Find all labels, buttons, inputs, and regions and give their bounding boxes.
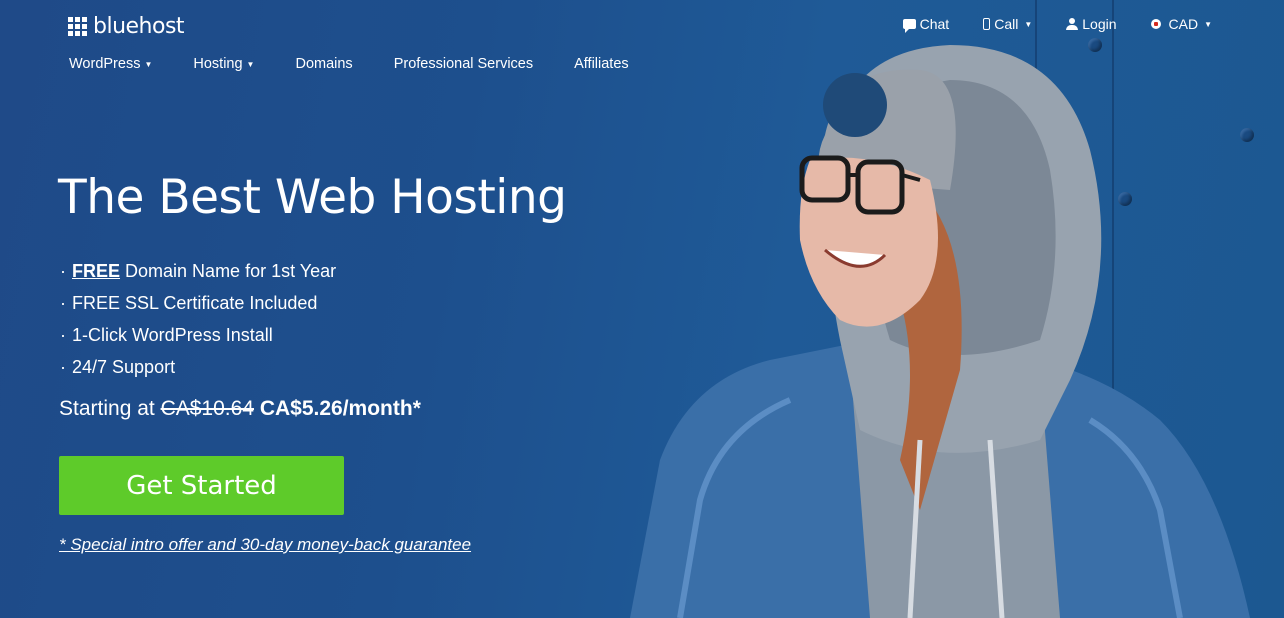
feature-item: · FREE Domain Name for 1st Year xyxy=(60,259,336,291)
price-prefix: Starting at xyxy=(59,397,155,420)
call-label: Call xyxy=(994,16,1019,32)
currency-dropdown[interactable]: CAD ▼ xyxy=(1150,16,1212,32)
hero-page: bluehost Chat Call ▼ Login CAD ▼ WordPre… xyxy=(0,0,1284,618)
old-price: CA$10.64 xyxy=(160,397,254,420)
logo-text: bluehost xyxy=(93,14,185,39)
special-offer-link[interactable]: * Special intro offer and 30-day money-b… xyxy=(59,535,471,555)
nav-item-label: Hosting xyxy=(193,56,243,72)
chat-bubble-icon xyxy=(902,19,916,33)
bluehost-logo[interactable]: bluehost xyxy=(68,14,185,39)
feature-text: FREE SSL Certificate Included xyxy=(72,293,318,313)
feature-item: · 1-Click WordPress Install xyxy=(60,323,336,355)
nav-item-label: Affiliates xyxy=(574,56,629,72)
feature-item: · 24/7 Support xyxy=(60,355,336,387)
price-line: Starting at CA$10.64 CA$5.26/month* xyxy=(59,397,421,421)
bullet-icon: · xyxy=(60,325,66,345)
grid-logo-icon xyxy=(68,17,87,36)
chevron-down-icon: ▼ xyxy=(1204,19,1212,29)
nav-item-wordpress[interactable]: WordPress ▼ xyxy=(69,56,152,72)
nav-item-professional-services[interactable]: Professional Services xyxy=(394,56,533,72)
chevron-down-icon: ▼ xyxy=(144,59,153,69)
nav-item-affiliates[interactable]: Affiliates xyxy=(574,56,629,72)
bullet-icon: · xyxy=(60,357,66,377)
hero-photo-figure xyxy=(630,45,1250,618)
feature-item: · FREE SSL Certificate Included xyxy=(60,291,336,323)
phone-icon xyxy=(983,18,991,30)
chevron-down-icon: ▼ xyxy=(246,59,255,69)
new-price: CA$5.26/month* xyxy=(259,397,421,420)
feature-text: 24/7 Support xyxy=(72,357,176,377)
feature-free-emphasis: FREE xyxy=(72,261,121,281)
feature-text: Domain Name for 1st Year xyxy=(125,261,337,281)
user-icon xyxy=(1066,18,1079,30)
feature-list: · FREE Domain Name for 1st Year · FREE SSL… xyxy=(60,259,336,387)
feature-text: 1-Click WordPress Install xyxy=(72,325,273,345)
call-dropdown[interactable]: Call ▼ xyxy=(983,16,1032,32)
currency-label: CAD xyxy=(1168,16,1199,32)
bullet-icon: · xyxy=(60,293,66,313)
nav-item-label: WordPress xyxy=(69,56,141,72)
hero-title: The Best Web Hosting xyxy=(58,170,567,225)
get-started-button[interactable]: Get Started xyxy=(59,456,344,515)
login-link[interactable]: Login xyxy=(1066,16,1117,32)
utility-nav: Chat Call ▼ Login CAD ▼ xyxy=(902,16,1212,33)
nav-item-hosting[interactable]: Hosting ▼ xyxy=(193,56,254,72)
bullet-icon: · xyxy=(60,261,66,281)
nav-item-label: Domains xyxy=(295,56,353,72)
main-nav: WordPress ▼ Hosting ▼ Domains Profession… xyxy=(69,56,629,72)
login-label: Login xyxy=(1082,16,1117,32)
chat-link[interactable]: Chat xyxy=(902,16,950,33)
chevron-down-icon: ▼ xyxy=(1024,19,1033,29)
nav-item-domains[interactable]: Domains xyxy=(295,56,352,72)
chat-label: Chat xyxy=(919,16,950,32)
nav-item-label: Professional Services xyxy=(393,56,534,72)
canada-flag-icon xyxy=(1150,19,1161,29)
